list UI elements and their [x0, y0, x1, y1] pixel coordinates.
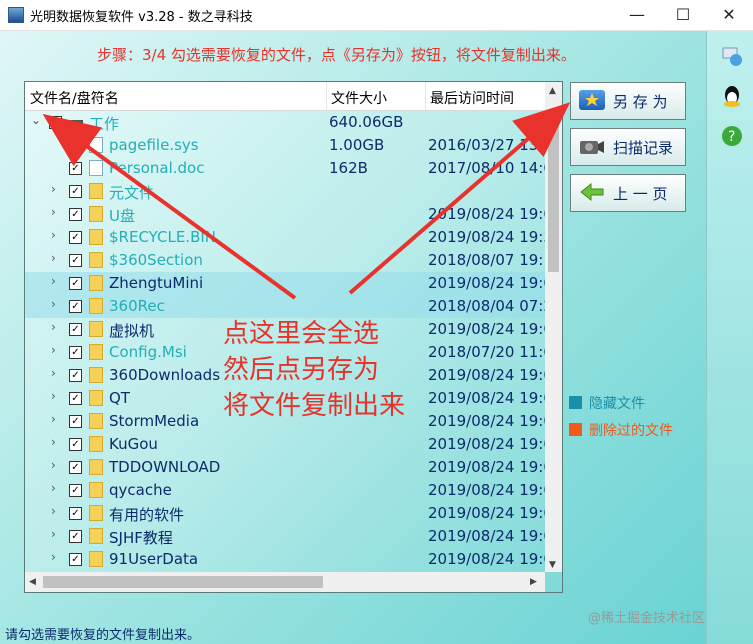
arrow-to-checkbox [42, 113, 297, 300]
arrow-to-save-as [348, 102, 571, 295]
annotation-arrows [42, 102, 571, 300]
